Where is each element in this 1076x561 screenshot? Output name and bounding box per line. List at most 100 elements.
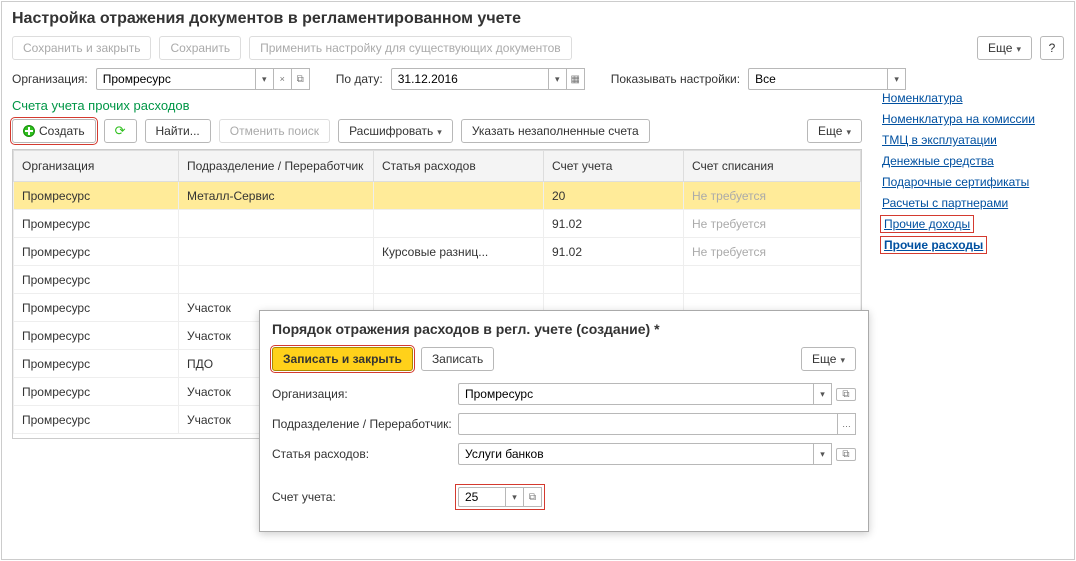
col-org[interactable]: Организация	[14, 151, 179, 182]
help-button[interactable]: ?	[1040, 36, 1064, 60]
cell-acct: 91.02	[544, 210, 684, 238]
cell-item: Курсовые разниц...	[374, 238, 544, 266]
calendar-icon[interactable]	[567, 68, 585, 90]
sub-more-label: Еще	[818, 124, 842, 138]
cell-item	[374, 210, 544, 238]
chevron-down-icon[interactable]	[549, 68, 567, 90]
table-row[interactable]: Промресурс 91.02 Не требуется	[14, 210, 861, 238]
create-label: Создать	[39, 124, 85, 138]
link-gift[interactable]: Подарочные сертификаты	[882, 175, 1035, 189]
chevron-down-icon[interactable]	[814, 443, 832, 465]
create-button[interactable]: Создать	[12, 119, 96, 143]
sub-toolbar: Создать Найти... Отменить поиск Расшифро…	[12, 119, 862, 143]
create-expense-dialog: Порядок отражения расходов в регл. учете…	[259, 310, 869, 532]
clear-icon[interactable]	[274, 68, 292, 90]
cell-woff: Не требуется	[684, 210, 861, 238]
link-partners[interactable]: Расчеты с партнерами	[882, 196, 1035, 210]
cell-dept	[179, 210, 374, 238]
col-item[interactable]: Статья расходов	[374, 151, 544, 182]
cell-dept	[179, 238, 374, 266]
apply-button[interactable]: Применить настройку для существующих док…	[249, 36, 572, 60]
dialog-more-button[interactable]: Еще	[801, 347, 856, 371]
save-close-button[interactable]: Сохранить и закрыть	[12, 36, 151, 60]
refresh-button[interactable]	[104, 119, 137, 143]
cell-item	[374, 182, 544, 210]
cell-org: Промресурс	[14, 378, 179, 406]
cell-woff: Не требуется	[684, 182, 861, 210]
table-row[interactable]: Промресурс Курсовые разниц... 91.02 Не т…	[14, 238, 861, 266]
link-other-income[interactable]: Прочие доходы	[882, 217, 972, 231]
dialog-org-input[interactable]	[458, 383, 814, 405]
right-nav: Номенклатура Номенклатура на комиссии ТМ…	[882, 91, 1035, 439]
dialog-acct-label: Счет учета:	[272, 490, 458, 504]
chevron-down-icon[interactable]	[814, 383, 832, 405]
cell-woff	[684, 266, 861, 294]
link-nomenclature[interactable]: Номенклатура	[882, 91, 1035, 105]
cell-org: Промресурс	[14, 350, 179, 378]
sub-more-button[interactable]: Еще	[807, 119, 862, 143]
cell-org: Промресурс	[14, 238, 179, 266]
dialog-acct-combo[interactable]	[458, 487, 542, 507]
org-combo[interactable]	[96, 68, 310, 90]
to-date-combo[interactable]	[391, 68, 585, 90]
chevron-down-icon	[1016, 41, 1021, 55]
open-icon[interactable]	[524, 487, 542, 507]
dialog-item-input[interactable]	[458, 443, 814, 465]
table-row[interactable]: Промресурс Металл-Сервис 20 Не требуется	[14, 182, 861, 210]
link-other-expense[interactable]: Прочие расходы	[882, 238, 985, 252]
org-input[interactable]	[96, 68, 256, 90]
col-acct[interactable]: Счет учета	[544, 151, 684, 182]
cell-acct	[544, 266, 684, 294]
dialog-dept-input[interactable]	[458, 413, 838, 435]
open-icon[interactable]	[292, 68, 310, 90]
ellipsis-icon[interactable]: …	[838, 413, 856, 435]
decrypt-button[interactable]: Расшифровать	[338, 119, 453, 143]
decrypt-label: Расшифровать	[349, 124, 433, 138]
chevron-down-icon[interactable]	[506, 487, 524, 507]
cell-dept	[179, 266, 374, 294]
cell-dept: Металл-Сервис	[179, 182, 374, 210]
col-dept[interactable]: Подразделение / Переработчик	[179, 151, 374, 182]
org-filter-label: Организация:	[12, 72, 88, 86]
main-toolbar: Сохранить и закрыть Сохранить Применить …	[12, 36, 1064, 60]
cell-org: Промресурс	[14, 210, 179, 238]
fill-empty-button[interactable]: Указать незаполненные счета	[461, 119, 650, 143]
cell-item	[374, 266, 544, 294]
chevron-down-icon	[437, 124, 442, 138]
more-button[interactable]: Еще	[977, 36, 1032, 60]
link-tmc[interactable]: ТМЦ в эксплуатации	[882, 133, 1035, 147]
dialog-save-close-button[interactable]: Записать и закрыть	[272, 347, 413, 371]
open-icon[interactable]	[836, 448, 856, 461]
show-input[interactable]	[748, 68, 888, 90]
cancel-search-button[interactable]: Отменить поиск	[219, 119, 330, 143]
chevron-down-icon[interactable]	[256, 68, 274, 90]
filter-row: Организация: По дату: Показывать настрой…	[12, 68, 1064, 90]
dialog-item-label: Статья расходов:	[272, 447, 458, 461]
dialog-acct-input[interactable]	[458, 487, 506, 507]
open-icon[interactable]	[836, 388, 856, 401]
link-cash[interactable]: Денежные средства	[882, 154, 1035, 168]
more-label: Еще	[988, 41, 1012, 55]
find-button[interactable]: Найти...	[145, 119, 211, 143]
to-date-input[interactable]	[391, 68, 549, 90]
col-woff[interactable]: Счет списания	[684, 151, 861, 182]
chevron-down-icon	[846, 124, 851, 138]
cell-org: Промресурс	[14, 182, 179, 210]
table-row[interactable]: Промресурс	[14, 266, 861, 294]
chevron-down-icon	[840, 352, 845, 366]
cell-org: Промресурс	[14, 322, 179, 350]
add-icon	[23, 125, 35, 137]
show-combo[interactable]	[748, 68, 906, 90]
cell-woff: Не требуется	[684, 238, 861, 266]
show-settings-label: Показывать настройки:	[611, 72, 740, 86]
cell-org: Промресурс	[14, 406, 179, 434]
cell-org: Промресурс	[14, 294, 179, 322]
chevron-down-icon[interactable]	[888, 68, 906, 90]
to-date-label: По дату:	[336, 72, 383, 86]
link-commission[interactable]: Номенклатура на комиссии	[882, 112, 1035, 126]
save-button[interactable]: Сохранить	[159, 36, 241, 60]
cell-org: Промресурс	[14, 266, 179, 294]
refresh-icon	[115, 123, 126, 139]
cell-acct: 20	[544, 182, 684, 210]
dialog-save-button[interactable]: Записать	[421, 347, 494, 371]
